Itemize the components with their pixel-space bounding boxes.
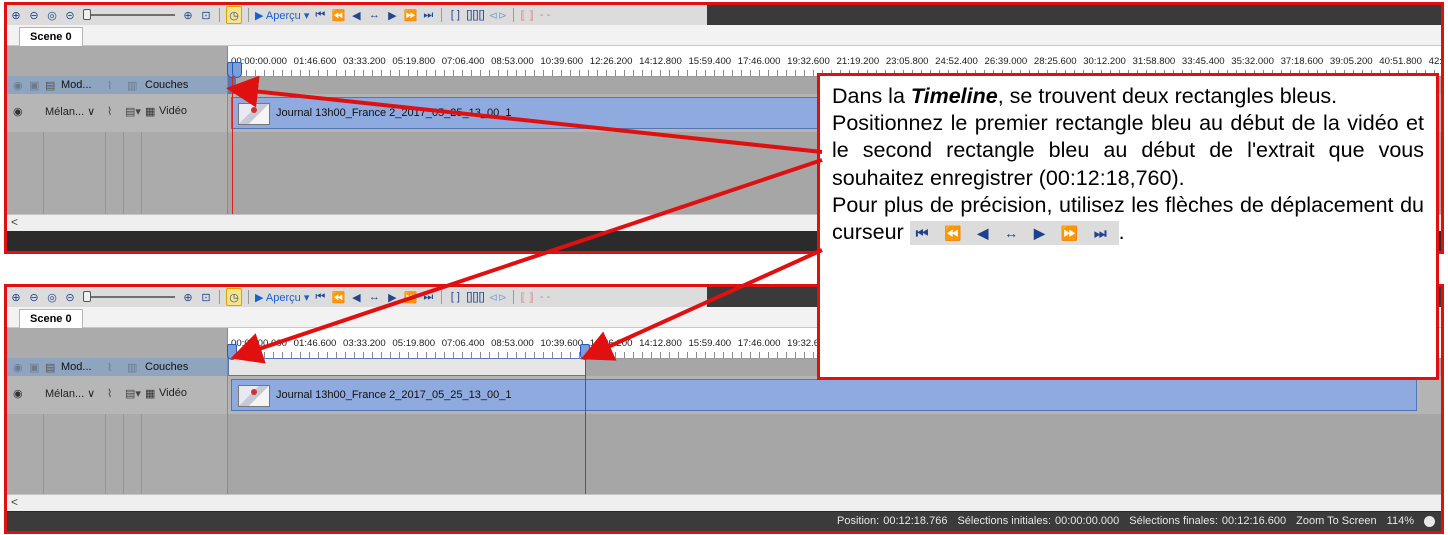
arrow-to-first-marker: [226, 75, 823, 154]
arrow-to-second-marker: [580, 248, 823, 361]
arrow-to-second-marker-start: [230, 158, 823, 364]
annotation-arrows: [226, 75, 823, 364]
